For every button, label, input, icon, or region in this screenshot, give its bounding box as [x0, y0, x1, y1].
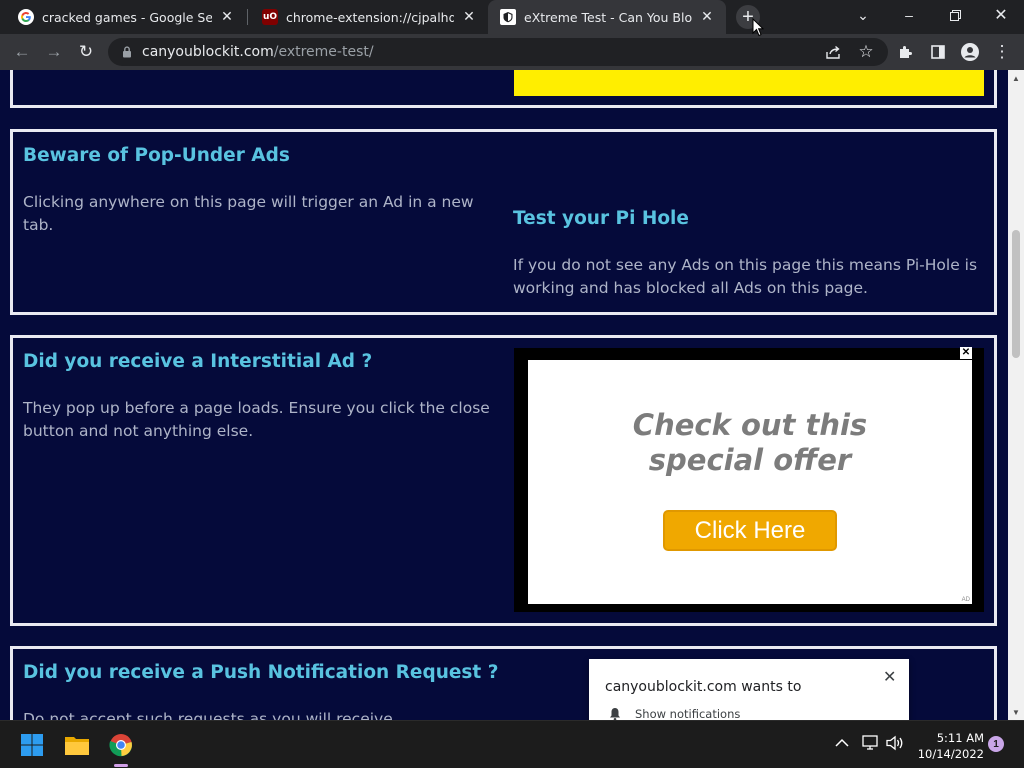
minimize-button[interactable]: – [886, 0, 932, 30]
tab-title: chrome-extension://cjpalhdlnbpa [286, 9, 454, 25]
ublock-icon: uO [262, 9, 278, 25]
ad-offer-line1: Check out this [632, 408, 868, 442]
windows-start-icon[interactable] [16, 729, 48, 761]
windows-taskbar: 5:11 AM 10/14/2022 [0, 720, 1024, 768]
side-panel-icon[interactable] [924, 38, 952, 66]
popunder-text: Clicking anywhere on this page will trig… [23, 193, 474, 234]
prompt-title: canyoublockit.com wants to [605, 679, 802, 695]
clock-date: 10/14/2022 [917, 747, 984, 761]
site-icon [500, 9, 516, 25]
taskbar-clock[interactable]: 5:11 AM 10/14/2022 [912, 730, 984, 762]
url-host: canyoublockit.com [142, 44, 274, 60]
tab-separator [247, 9, 248, 25]
ad-close-icon[interactable]: ✕ [960, 347, 972, 359]
prompt-option: Show notifications [635, 707, 741, 720]
page-scrollbar[interactable]: ▲ ▼ [1008, 70, 1024, 720]
scroll-up-arrow-icon[interactable]: ▲ [1008, 70, 1024, 86]
tab-title: eXtreme Test - Can You Block It ? [524, 9, 692, 25]
chevron-up-icon[interactable] [835, 735, 849, 751]
reload-icon[interactable]: ↻ [72, 38, 100, 66]
close-icon[interactable]: ✕ [460, 8, 478, 26]
address-bar[interactable]: canyoublockit.com/extreme-test/ [108, 38, 888, 66]
extensions-icon[interactable] [892, 38, 920, 66]
bell-icon [609, 707, 621, 720]
ad-tag: AD [961, 597, 970, 603]
network-icon[interactable] [861, 735, 879, 754]
interstitial-heading: Did you receive a Interstitial Ad ? [23, 351, 373, 372]
forward-icon[interactable]: → [40, 38, 68, 66]
close-icon[interactable]: ✕ [883, 667, 896, 687]
close-window-button[interactable]: ✕ [978, 0, 1024, 30]
mouse-cursor-icon [752, 18, 764, 37]
bookmark-star-icon[interactable]: ☆ [852, 38, 880, 66]
pihole-heading: Test your Pi Hole [513, 208, 689, 229]
banner-ad[interactable] [514, 70, 984, 96]
restore-button[interactable] [932, 0, 978, 30]
notification-permission-prompt: canyoublockit.com wants to ✕ Show notifi… [589, 659, 909, 720]
ad-offer-line2: special offer [648, 443, 852, 477]
tab-extension[interactable]: uO chrome-extension://cjpalhdlnbpa ✕ [250, 0, 488, 34]
back-icon[interactable]: ← [8, 38, 36, 66]
share-icon[interactable] [820, 38, 848, 66]
google-icon [18, 9, 34, 25]
browser-toolbar: ← → ↻ canyoublockit.com/extreme-test/ ☆ … [0, 34, 1024, 70]
profile-avatar-icon[interactable] [956, 38, 984, 66]
tab-extreme-test[interactable]: eXtreme Test - Can You Block It ? ✕ [488, 0, 726, 34]
scrollbar-thumb[interactable] [1012, 230, 1020, 358]
url-path: /extreme-test/ [273, 44, 374, 60]
file-explorer-icon[interactable] [61, 729, 93, 761]
tab-title: cracked games - Google Search [42, 9, 212, 25]
interstitial-ad[interactable]: Check out this special offer Click Here … [514, 347, 984, 612]
tab-search-icon[interactable]: ⌄ [840, 0, 886, 30]
lock-icon[interactable] [120, 45, 134, 59]
volume-icon[interactable] [886, 735, 904, 754]
pihole-text: If you do not see any Ads on this page t… [513, 256, 978, 297]
ad-click-here-button[interactable]: Click Here [663, 510, 837, 551]
ad-offer-text: Check out this special offer [528, 408, 972, 478]
ad-content[interactable]: Check out this special offer Click Here … [528, 360, 972, 604]
clock-time: 5:11 AM [936, 731, 984, 745]
interstitial-text: They pop up before a page loads. Ensure … [23, 399, 490, 440]
active-app-indicator [114, 764, 128, 767]
close-icon[interactable]: ✕ [218, 8, 236, 26]
scroll-down-arrow-icon[interactable]: ▼ [1008, 704, 1024, 720]
close-icon[interactable]: ✕ [698, 8, 716, 26]
tab-strip: cracked games - Google Search ✕ uO chrom… [0, 0, 1024, 34]
popunder-heading: Beware of Pop-Under Ads [23, 145, 290, 166]
menu-kebab-icon[interactable]: ⋮ [988, 38, 1016, 66]
tab-google-search[interactable]: cracked games - Google Search ✕ [6, 0, 246, 34]
notification-badge[interactable]: 1 [988, 736, 1004, 752]
push-heading: Did you receive a Push Notification Requ… [23, 662, 499, 683]
push-text: Do not accept such requests as you will … [23, 710, 393, 720]
chrome-icon[interactable] [105, 729, 137, 761]
page-viewport[interactable]: Beware of Pop-Under Ads Clicking anywher… [0, 70, 1008, 720]
